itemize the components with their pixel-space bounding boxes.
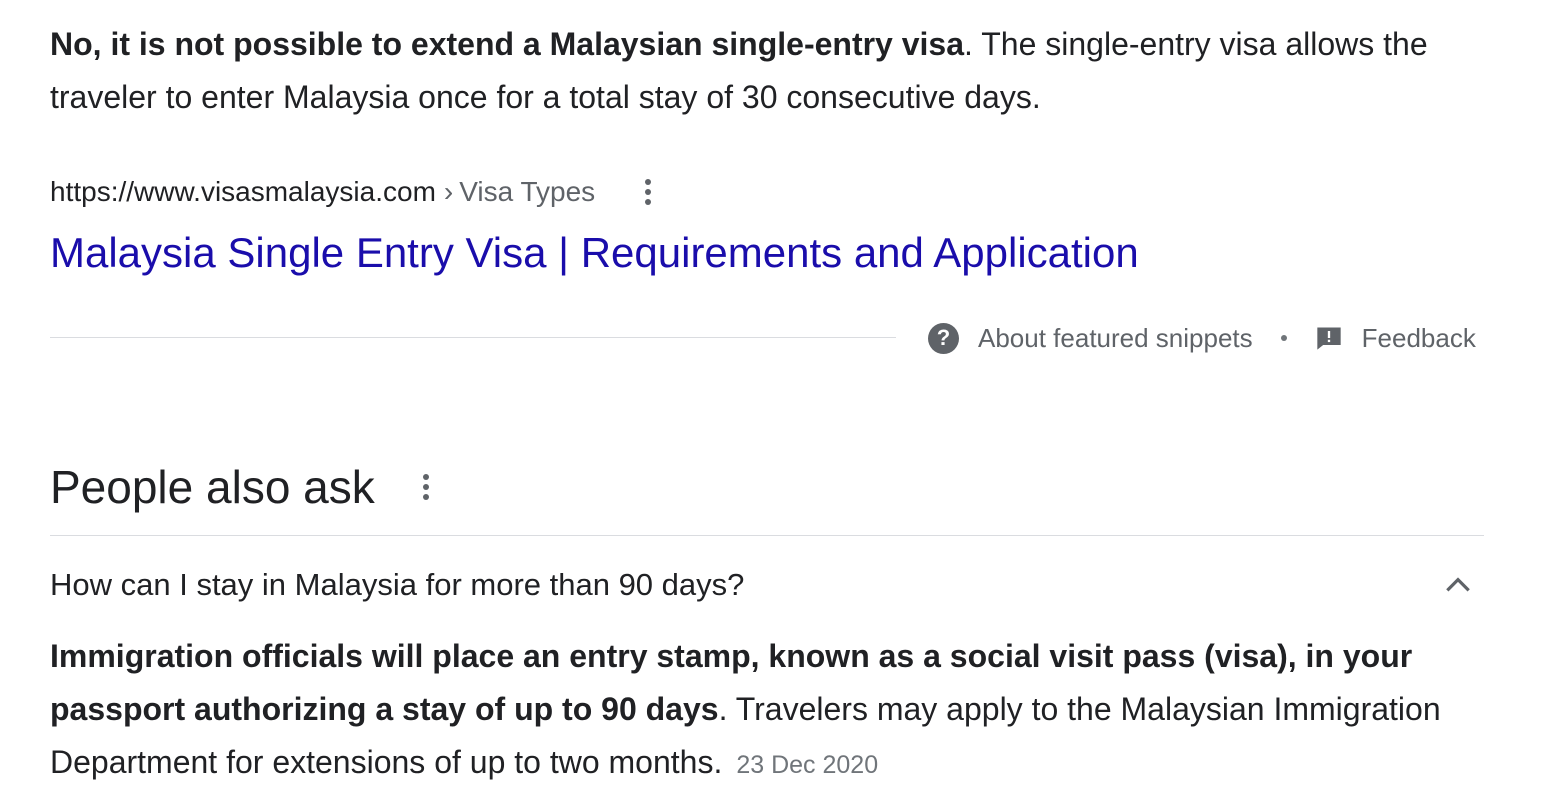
footer-separator-dot (1280, 335, 1287, 341)
paa-answer: Immigration officials will place an entr… (50, 630, 1490, 792)
paa-question-text: How can I stay in Malaysia for more than… (50, 567, 745, 602)
breadcrumb: Visa Types (459, 176, 596, 207)
source-citation: https://www.visasmalaysia.com › Visa Typ… (50, 172, 652, 212)
snippet-footer: ? About featured snippets Feedback (928, 318, 1476, 358)
more-vert-icon[interactable] (645, 179, 652, 205)
featured-snippet-answer-bold: No, it is not possible to extend a Malay… (50, 26, 965, 62)
result-title-link[interactable]: Malaysia Single Entry Visa | Requirement… (50, 226, 1139, 280)
feedback-link[interactable]: Feedback (1362, 323, 1476, 354)
about-featured-snippets-link[interactable]: About featured snippets (978, 323, 1253, 354)
snippet-divider (50, 337, 896, 338)
breadcrumb-separator: › (443, 176, 454, 207)
more-vert-icon[interactable] (422, 474, 429, 500)
paa-question-toggle[interactable]: How can I stay in Malaysia for more than… (50, 560, 1484, 610)
chevron-up-icon[interactable] (1442, 569, 1474, 601)
source-url[interactable]: https://www.visasmalaysia.com (50, 176, 436, 208)
people-also-ask-heading: People also ask (50, 461, 375, 513)
feedback-icon (1316, 327, 1341, 350)
paa-divider (50, 535, 1484, 536)
people-also-ask-heading-row: People also ask (50, 458, 429, 516)
help-circle-icon: ? (928, 322, 959, 354)
featured-snippet-answer: No, it is not possible to extend a Malay… (50, 18, 1490, 124)
paa-answer-date: 23 Dec 2020 (736, 751, 879, 779)
